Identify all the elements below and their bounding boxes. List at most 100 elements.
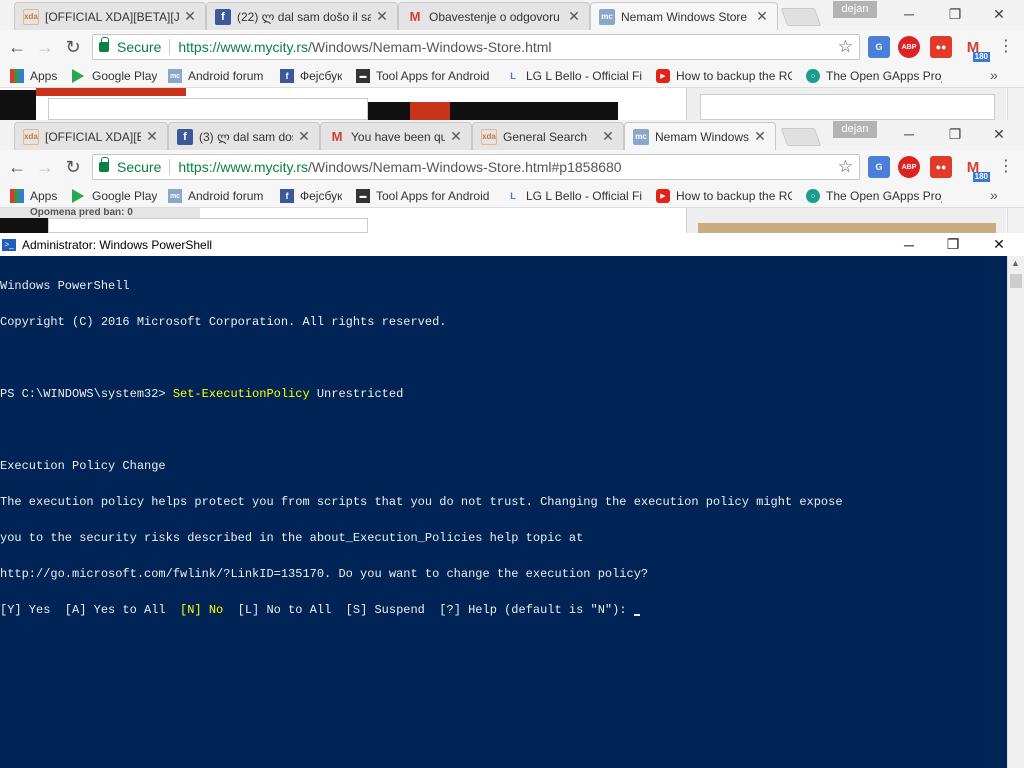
chevron-right-icon[interactable]: » [990, 67, 998, 83]
bookmark-apps[interactable]: Apps [10, 67, 57, 85]
tab-xda-beta[interactable]: xda [OFFICIAL XDA][BETA][JA ✕ [14, 2, 206, 30]
tab-gmail[interactable]: M You have been qu ✕ [320, 122, 472, 150]
scroll-up-icon[interactable]: ▲ [1011, 258, 1020, 268]
bookmark-lg[interactable]: L LG L Bello - Official Fi [506, 67, 642, 85]
address-bar[interactable]: Secure https://www.mycity.rs /Windows/Ne… [92, 154, 860, 180]
close-window-icon[interactable]: ✕ [976, 120, 1022, 148]
tab-facebook[interactable]: f (22) ლ dal sam došo il sa ✕ [206, 2, 398, 30]
page-scrollbar[interactable] [1007, 208, 1024, 233]
profile-button[interactable]: dejan [833, 121, 877, 138]
adblock-plus-icon[interactable]: ABP [898, 36, 920, 58]
bookmark-opengapps[interactable]: ○ The Open GApps Proj [806, 67, 942, 85]
bookmark-lg[interactable]: L LG L Bello - Official Fi [506, 187, 642, 205]
bookmark-tool-apps[interactable]: ▬ Tool Apps for Android [356, 67, 492, 85]
adblock-plus-icon[interactable]: ABP [898, 156, 920, 178]
command-argument: Unrestricted [309, 387, 404, 401]
tab-xda-beta[interactable]: xda [OFFICIAL XDA][BE ✕ [14, 122, 168, 150]
lg-icon: L [510, 191, 516, 201]
mycity-icon: mc [633, 128, 649, 145]
close-icon[interactable]: ✕ [449, 128, 463, 145]
page-content-peek: Opomena pred ban: 0 [0, 208, 1024, 233]
bookmark-apps[interactable]: Apps [10, 187, 57, 205]
close-icon[interactable]: ✕ [755, 8, 769, 25]
bookmark-star-icon[interactable]: ☆ [838, 157, 853, 177]
choice-line: [Y] Yes [A] Yes to All [N] No [L] No to … [0, 604, 1007, 616]
close-icon[interactable]: ✕ [297, 128, 311, 145]
reload-icon[interactable]: ↻ [60, 34, 86, 60]
choice-options-rest: [L] No to All [S] Suspend [?] Help (defa… [223, 603, 634, 617]
bookmark-opengapps[interactable]: ○ The Open GApps Proj [806, 187, 942, 205]
bookmark-star-icon[interactable]: ☆ [838, 37, 853, 57]
restore-icon[interactable]: ❐ [932, 120, 978, 148]
tab-title: [OFFICIAL XDA][BE [45, 129, 141, 144]
mycity-icon: mc [599, 8, 615, 25]
gmail-badge: 180 [972, 172, 990, 182]
close-window-icon[interactable]: ✕ [976, 0, 1022, 28]
android-forum-icon: mc [168, 69, 182, 83]
lg-icon: L [510, 71, 516, 81]
console-line: Windows PowerShell [0, 279, 130, 293]
command: Set-ExecutionPolicy [172, 387, 310, 401]
close-window-icon[interactable]: ✕ [976, 233, 1022, 256]
bookmark-facebook[interactable]: f Фејсбук [280, 187, 342, 205]
tab-facebook[interactable]: f (3) ლ dal sam doš ✕ [168, 122, 320, 150]
console-line: you to the security risks described in t… [0, 531, 584, 545]
warning-count-text: Opomena pred ban: 0 [0, 208, 200, 218]
extension-red-icon[interactable]: ●● [930, 156, 952, 178]
bookmark-youtube[interactable]: ▶ How to backup the RO [656, 187, 792, 205]
forward-arrow-icon[interactable]: → [32, 154, 58, 180]
gmail-checker-icon[interactable]: M 180 [962, 156, 990, 182]
tab-gmail[interactable]: M Obavestenje o odgovoru ✕ [398, 2, 590, 30]
restore-icon[interactable]: ❐ [932, 0, 978, 28]
console-output[interactable]: Windows PowerShell Copyright (C) 2016 Mi… [0, 256, 1007, 768]
bookmark-tool-apps[interactable]: ▬ Tool Apps for Android [356, 187, 492, 205]
google-translate-icon[interactable]: G [868, 36, 890, 58]
google-play-icon [72, 189, 84, 203]
google-play-icon [72, 69, 84, 83]
android-forum-icon: mc [168, 189, 182, 203]
facebook-icon: f [280, 69, 294, 83]
menu-icon[interactable]: ⋮ [998, 36, 1014, 58]
close-icon[interactable]: ✕ [145, 128, 159, 145]
toolbar: ← → ↻ Secure https://www.mycity.rs /Wind… [0, 30, 1024, 64]
tab-mycity-active[interactable]: mc Nemam Windows Store ✕ [590, 2, 778, 30]
new-tab-button[interactable] [780, 8, 822, 26]
tab-general-search[interactable]: xda General Search ✕ [472, 122, 624, 150]
bookmark-android-forum[interactable]: mc Android forum [168, 67, 263, 85]
tab-title: [OFFICIAL XDA][BETA][JA [45, 9, 179, 24]
page-scrollbar[interactable] [1007, 88, 1024, 120]
address-bar[interactable]: Secure https://www.mycity.rs /Windows/Ne… [92, 34, 860, 60]
bookmark-android-forum[interactable]: mc Android forum [168, 187, 263, 205]
tool-apps-icon: ▬ [356, 189, 370, 203]
powershell-titlebar[interactable]: >_ Administrator: Windows PowerShell ─ ❐… [0, 233, 1024, 256]
back-arrow-icon[interactable]: ← [4, 34, 30, 60]
reload-icon[interactable]: ↻ [60, 154, 86, 180]
close-icon[interactable]: ✕ [567, 8, 581, 25]
secure-label: Secure [117, 159, 162, 175]
google-translate-icon[interactable]: G [868, 156, 890, 178]
close-icon[interactable]: ✕ [601, 128, 615, 145]
forward-arrow-icon[interactable]: → [32, 34, 58, 60]
new-tab-button[interactable] [780, 128, 822, 146]
tab-mycity-active[interactable]: mc Nemam Windows ✕ [624, 122, 776, 150]
profile-button[interactable]: dejan [833, 1, 877, 18]
default-choice: [N] No [180, 603, 224, 617]
bookmark-youtube[interactable]: ▶ How to backup the RO [656, 67, 792, 85]
chevron-right-icon[interactable]: » [990, 187, 998, 203]
minimize-icon[interactable]: ─ [886, 0, 932, 28]
close-icon[interactable]: ✕ [183, 8, 197, 25]
maximize-icon[interactable]: ❐ [930, 233, 976, 256]
back-arrow-icon[interactable]: ← [4, 154, 30, 180]
close-icon[interactable]: ✕ [753, 128, 767, 145]
console-scrollbar[interactable]: ▲ [1007, 256, 1024, 768]
bookmark-google-play[interactable]: Google Play [72, 187, 157, 205]
bookmark-google-play[interactable]: Google Play [72, 67, 157, 85]
bookmark-facebook[interactable]: f Фејсбук [280, 67, 342, 85]
close-icon[interactable]: ✕ [375, 8, 389, 25]
menu-icon[interactable]: ⋮ [998, 156, 1014, 178]
minimize-icon[interactable]: ─ [886, 233, 932, 256]
gmail-checker-icon[interactable]: M 180 [962, 36, 990, 62]
scroll-thumb[interactable] [1010, 274, 1022, 288]
extension-red-icon[interactable]: ●● [930, 36, 952, 58]
minimize-icon[interactable]: ─ [886, 120, 932, 148]
